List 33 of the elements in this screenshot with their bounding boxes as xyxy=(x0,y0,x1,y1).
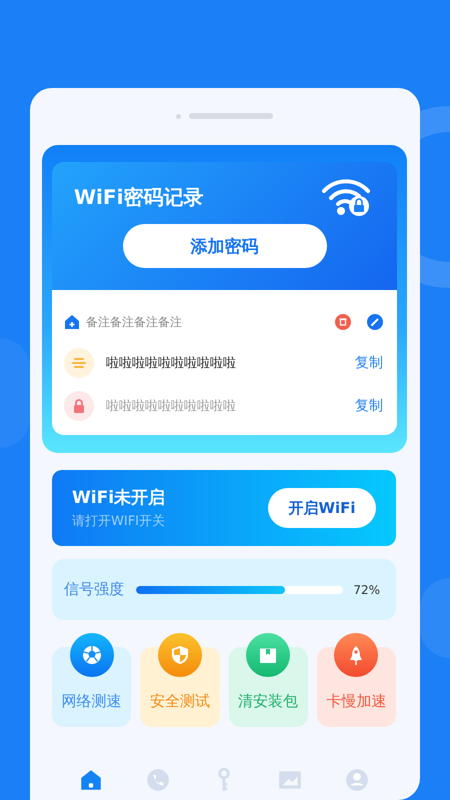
wifi-name-text: 啦啦啦啦啦啦啦啦啦啦 xyxy=(106,355,237,372)
shield-icon xyxy=(158,633,202,677)
lock-icon xyxy=(64,391,94,421)
camera-dot xyxy=(176,114,181,118)
wifi-status-title: WiFi未开启 xyxy=(72,487,166,509)
password-text: 啦啦啦啦啦啦啦啦啦啦 xyxy=(106,398,237,415)
copy-link[interactable]: 复制 xyxy=(355,354,383,372)
wifi-lock-icon xyxy=(321,178,371,216)
tool-tile[interactable]: 卡慢加速 xyxy=(316,633,396,727)
signal-label: 信号强度 xyxy=(64,580,124,599)
enable-wifi-button[interactable]: 开启WiFi xyxy=(268,488,376,528)
card-title: WiFi密码记录 xyxy=(74,184,204,211)
wifi-status-hint: 请打开WIFI开关 xyxy=(72,513,166,530)
delete-icon[interactable] xyxy=(335,314,351,330)
tool-tile[interactable]: 清安装包 xyxy=(228,633,308,727)
tool-label: 清安装包 xyxy=(238,692,298,711)
rocket-icon xyxy=(334,633,378,677)
ball-icon xyxy=(70,633,114,677)
signal-percent: 72% xyxy=(353,582,380,596)
profile-icon[interactable] xyxy=(344,767,370,793)
house-plus-icon xyxy=(64,314,80,330)
copy-link[interactable]: 复制 xyxy=(355,397,383,415)
lines-icon xyxy=(64,348,94,378)
edit-icon[interactable] xyxy=(367,314,383,330)
tool-tile[interactable]: 网络测速 xyxy=(52,633,132,727)
note-text: 备注备注备注备注 xyxy=(86,314,183,330)
box-icon xyxy=(246,633,290,677)
phone-icon[interactable] xyxy=(144,767,171,793)
tool-label: 网络测速 xyxy=(62,692,122,711)
tool-label: 安全测试 xyxy=(150,692,210,711)
tool-label: 卡慢加速 xyxy=(326,692,386,711)
add-password-button[interactable]: 添加密码 xyxy=(122,224,326,268)
tool-tile[interactable]: 安全测试 xyxy=(140,633,220,727)
